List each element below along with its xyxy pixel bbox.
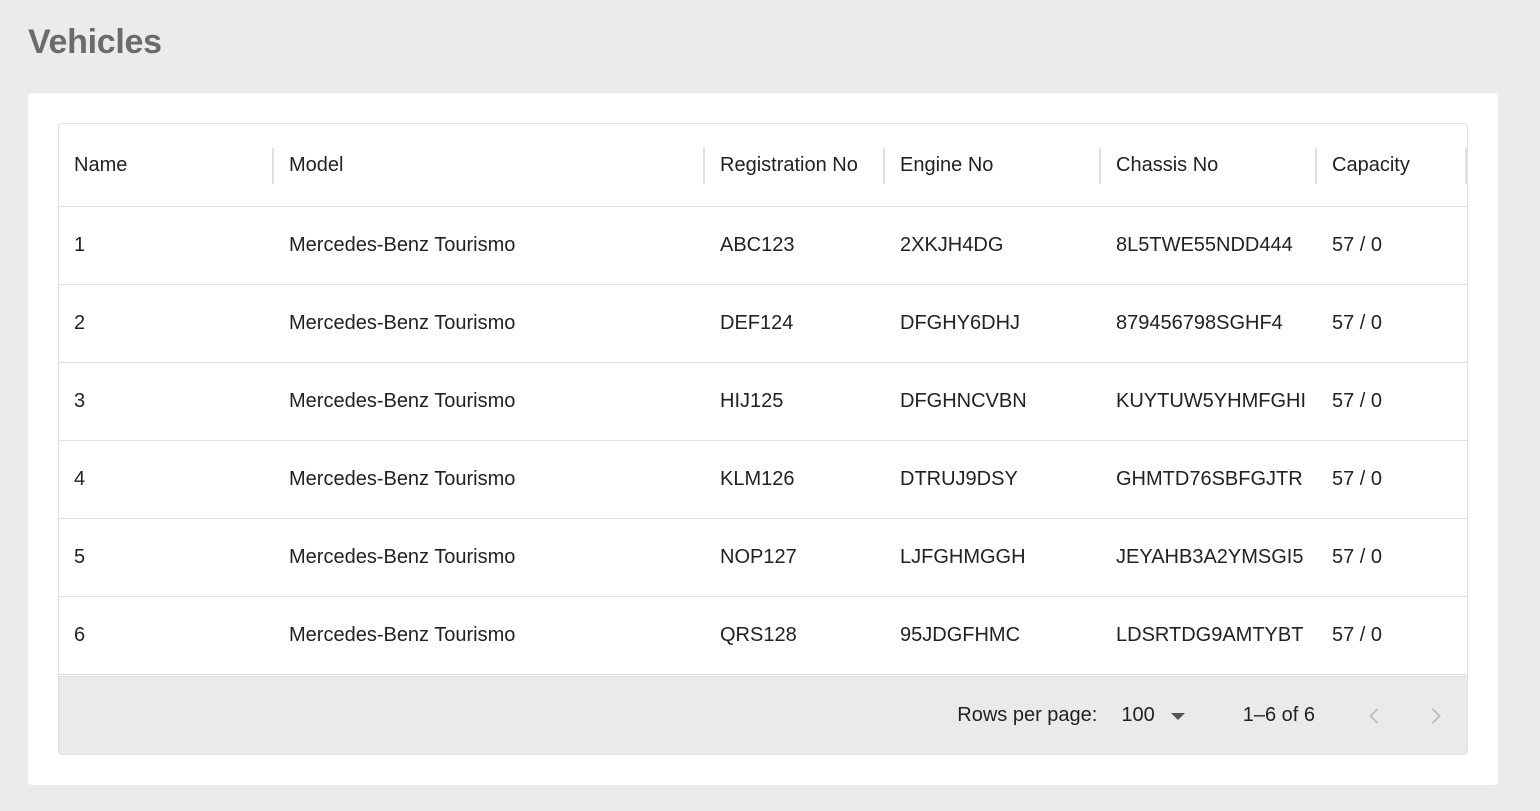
chevron-left-icon	[1369, 707, 1379, 724]
table-row[interactable]: 4 Mercedes-Benz Tourismo KLM126 DTRUJ9DS…	[59, 441, 1467, 519]
next-page-button[interactable]	[1415, 696, 1455, 736]
column-header-capacity[interactable]: Capacity	[1317, 124, 1467, 206]
table-row[interactable]: 3 Mercedes-Benz Tourismo HIJ125 DFGHNCVB…	[59, 363, 1467, 441]
cell-capacity: 57 / 0	[1332, 546, 1383, 568]
column-header-label: Registration No	[720, 153, 858, 176]
rows-per-page-label: Rows per page:	[957, 704, 1098, 726]
cell-registration: QRS128	[720, 624, 797, 646]
cell-registration: DEF124	[720, 312, 794, 334]
column-header-registration[interactable]: Registration No	[705, 124, 885, 206]
cell-registration: NOP127	[720, 546, 797, 568]
vehicles-table: Name Model Registration No Engine No Cha…	[58, 123, 1468, 755]
column-header-model[interactable]: Model	[274, 124, 705, 206]
cell-engine: DTRUJ9DSY	[900, 468, 1018, 490]
column-separator[interactable]	[1465, 148, 1467, 184]
cell-registration: ABC123	[720, 234, 795, 256]
rows-per-page-value: 100	[1121, 704, 1155, 726]
table-row[interactable]: 5 Mercedes-Benz Tourismo NOP127 LJFGHMGG…	[59, 519, 1467, 597]
cell-chassis: JEYAHB3A2YMSGI5	[1116, 546, 1304, 568]
cell-model: Mercedes-Benz Tourismo	[289, 546, 516, 568]
cell-name: 4	[74, 468, 86, 490]
cell-model: Mercedes-Benz Tourismo	[289, 390, 516, 412]
column-header-label: Name	[74, 153, 128, 176]
cell-name: 1	[74, 234, 86, 256]
cell-registration: HIJ125	[720, 390, 784, 412]
column-header-label: Capacity	[1332, 153, 1410, 176]
cell-engine: DFGHNCVBN	[900, 390, 1027, 412]
cell-capacity: 57 / 0	[1332, 468, 1383, 490]
cell-registration: KLM126	[720, 468, 795, 490]
page-title: Vehicles	[28, 23, 162, 61]
cell-capacity: 57 / 0	[1332, 312, 1383, 334]
column-header-chassis[interactable]: Chassis No	[1101, 124, 1317, 206]
caret-down-icon	[1170, 713, 1185, 720]
cell-name: 5	[74, 546, 86, 568]
cell-engine: LJFGHMGGH	[900, 546, 1026, 568]
rows-per-page-select[interactable]: 100	[1121, 704, 1185, 727]
column-header-label: Chassis No	[1116, 153, 1219, 176]
cell-model: Mercedes-Benz Tourismo	[289, 624, 516, 646]
pagination-range: 1–6 of 6	[1242, 704, 1315, 726]
cell-name: 2	[74, 312, 86, 334]
column-header-name[interactable]: Name	[59, 124, 274, 206]
cell-capacity: 57 / 0	[1332, 624, 1383, 646]
vehicles-card: Name Model Registration No Engine No Cha…	[28, 93, 1498, 785]
column-header-label: Engine No	[900, 153, 994, 176]
cell-model: Mercedes-Benz Tourismo	[289, 468, 516, 490]
previous-page-button[interactable]	[1355, 696, 1395, 736]
cell-model: Mercedes-Benz Tourismo	[289, 312, 516, 334]
cell-chassis: KUYTUW5YHMFGHI	[1116, 390, 1306, 412]
cell-name: 6	[74, 624, 86, 646]
cell-chassis: GHMTD76SBFGJTR	[1116, 468, 1303, 490]
cell-chassis: 879456798SGHF4	[1116, 312, 1283, 334]
table-row[interactable]: 1 Mercedes-Benz Tourismo ABC123 2XKJH4DG…	[59, 207, 1467, 285]
table-row[interactable]: 2 Mercedes-Benz Tourismo DEF124 DFGHY6DH…	[59, 285, 1467, 363]
cell-engine: 2XKJH4DG	[900, 234, 1004, 256]
cell-chassis: 8L5TWE55NDD444	[1116, 234, 1293, 256]
column-header-engine[interactable]: Engine No	[885, 124, 1101, 206]
table-row[interactable]: 6 Mercedes-Benz Tourismo QRS128 95JDGFHM…	[59, 597, 1467, 675]
cell-name: 3	[74, 390, 86, 412]
cell-capacity: 57 / 0	[1332, 234, 1383, 256]
table-footer: Rows per page: 100 1–6 of 6	[59, 676, 1467, 754]
table-header: Name Model Registration No Engine No Cha…	[59, 124, 1467, 207]
chevron-right-icon	[1431, 707, 1441, 724]
cell-engine: DFGHY6DHJ	[900, 312, 1021, 334]
cell-chassis: LDSRTDG9AMTYBT	[1116, 624, 1304, 646]
cell-capacity: 57 / 0	[1332, 390, 1383, 412]
cell-model: Mercedes-Benz Tourismo	[289, 234, 516, 256]
cell-engine: 95JDGFHMC	[900, 624, 1021, 646]
column-header-label: Model	[289, 153, 344, 176]
